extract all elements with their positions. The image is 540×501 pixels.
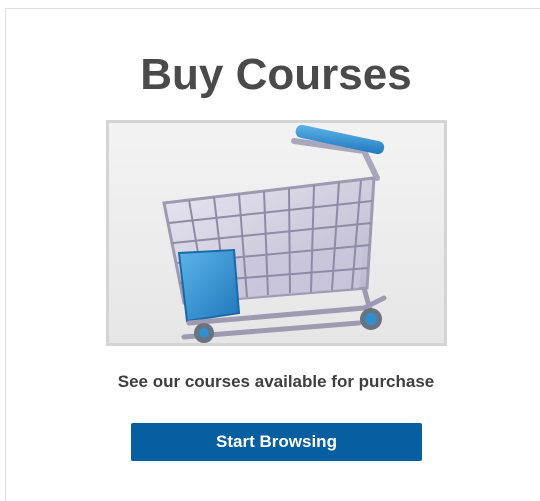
shopping-cart-icon xyxy=(109,123,444,343)
card-title: Buy Courses xyxy=(140,50,412,99)
buy-courses-card: Buy Courses See our courses available fo… xyxy=(5,8,540,501)
cart-image xyxy=(106,120,447,346)
start-browsing-button[interactable]: Start Browsing xyxy=(131,423,422,461)
card-subtitle: See our courses available for purchase xyxy=(117,372,435,391)
